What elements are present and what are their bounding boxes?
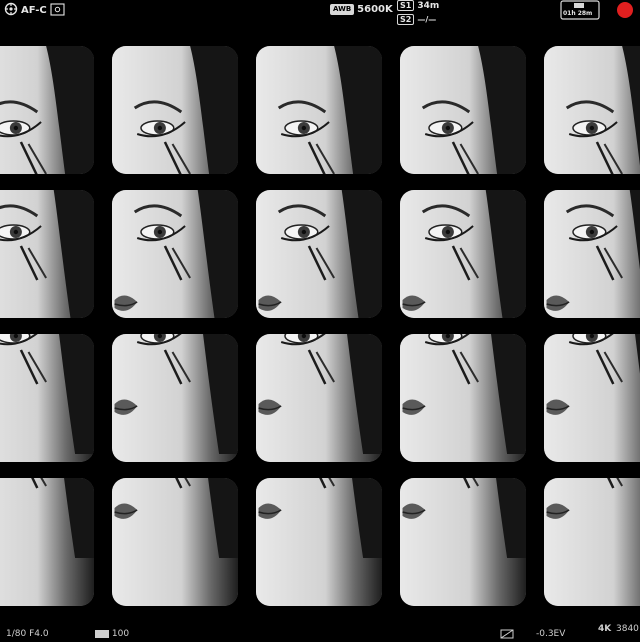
exposure-comp-icon — [500, 629, 514, 642]
slot-2-icon: S2 — [397, 14, 415, 25]
thumbnail-tile[interactable] — [0, 478, 94, 606]
exposure-readout: 1/80 F4.0 — [6, 629, 49, 639]
thumbnail-tile[interactable] — [112, 190, 238, 318]
thumbnail-tile[interactable] — [400, 478, 526, 606]
thumbnail-tile[interactable] — [256, 334, 382, 462]
record-indicator-icon[interactable] — [617, 2, 633, 18]
slot-1-icon: S1 — [397, 0, 415, 11]
slot-1-group[interactable]: S1 34m — [397, 0, 439, 11]
thumbnail-image — [400, 478, 526, 606]
iso-value: 100 — [111, 629, 130, 639]
thumbnail-tile[interactable] — [0, 334, 94, 462]
thumbnail-image — [400, 334, 526, 462]
thumbnail-tile[interactable] — [400, 190, 526, 318]
thumbnail-tile[interactable] — [544, 190, 640, 318]
slot-2-group[interactable]: S2 —/— — [397, 14, 436, 25]
thumbnail-image — [112, 478, 238, 606]
thumbnail-image — [112, 46, 238, 174]
camera-viewfinder: AF-C AWB 5600K S1 34m S2 —/— 01h 28m 1/8… — [0, 0, 640, 640]
stabilizer-icon — [4, 2, 18, 19]
slot-1-time: 34m — [417, 0, 440, 11]
thumbnail-image — [112, 190, 238, 318]
thumbnail-tile[interactable] — [256, 478, 382, 606]
thumbnail-image — [400, 46, 526, 174]
thumbnail-image — [256, 46, 382, 174]
record-time: 01h 28m — [563, 10, 593, 17]
thumbnail-image — [256, 478, 382, 606]
wb-badge: AWB — [330, 4, 355, 15]
thumbnail-image — [0, 46, 94, 174]
white-balance-group[interactable]: AWB 5600K — [330, 4, 393, 15]
iso-group[interactable]: 100 — [95, 629, 129, 639]
thumbnail-image — [0, 190, 94, 318]
focus-mode-label: AF-C — [21, 5, 47, 16]
thumbnail-image — [256, 190, 382, 318]
thumbnail-tile[interactable] — [400, 46, 526, 174]
slot-2-status: —/— — [417, 15, 437, 24]
thumbnail-tile[interactable] — [0, 46, 94, 174]
ev-value: -0.3EV — [536, 629, 566, 639]
thumbnail-image — [400, 190, 526, 318]
battery-icon: 01h 28m — [560, 0, 600, 20]
thumbnail-tile[interactable] — [544, 334, 640, 462]
format-line-2: 3840 — [616, 624, 639, 634]
thumbnail-tile[interactable] — [544, 46, 640, 174]
thumbnail-tile[interactable] — [0, 190, 94, 318]
bottom-status-bar: 1/80 F4.0 100 -0.3EV 4K 3840 — [0, 624, 640, 640]
thumbnail-tile[interactable] — [112, 46, 238, 174]
thumbnail-image — [544, 478, 640, 606]
iso-icon — [95, 629, 109, 638]
thumbnail-tile[interactable] — [400, 334, 526, 462]
thumbnail-tile[interactable] — [112, 478, 238, 606]
thumbnail-image — [112, 334, 238, 462]
thumbnail-image — [0, 478, 94, 606]
thumbnail-image — [544, 190, 640, 318]
af-area-icon — [50, 2, 65, 19]
top-status-bar: AF-C AWB 5600K S1 34m S2 —/— 01h 28m — [0, 0, 640, 26]
thumbnail-image — [544, 334, 640, 462]
thumbnail-tile[interactable] — [256, 190, 382, 318]
battery-group: 01h 28m — [560, 0, 600, 20]
thumbnail-tile[interactable] — [256, 46, 382, 174]
thumbnail-image — [544, 46, 640, 174]
thumbnail-tile[interactable] — [112, 334, 238, 462]
focus-group[interactable]: AF-C — [4, 2, 65, 19]
thumbnail-image — [256, 334, 382, 462]
white-balance-value: 5600K — [357, 4, 393, 15]
format-line-1: 4K — [598, 624, 612, 634]
thumbnail-tile[interactable] — [544, 478, 640, 606]
thumbnail-image — [0, 334, 94, 462]
